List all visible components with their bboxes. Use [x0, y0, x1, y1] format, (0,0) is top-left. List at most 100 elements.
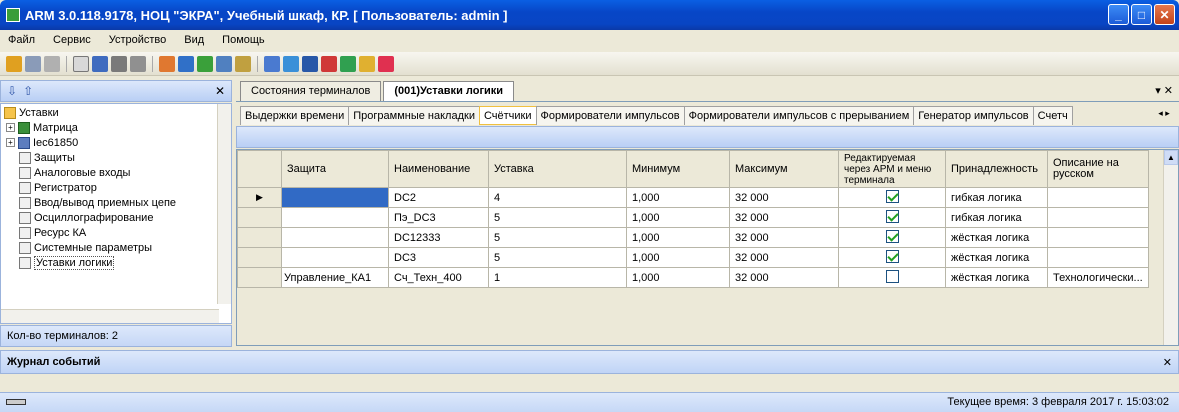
- tree-item-protections[interactable]: Защиты: [19, 150, 75, 165]
- cell-belonging[interactable]: жёсткая логика: [945, 247, 1048, 268]
- column-header[interactable]: Максимум: [729, 150, 839, 188]
- cell-description[interactable]: [1047, 207, 1149, 228]
- column-header[interactable]: Редактируемая через АРМ и меню терминала: [838, 150, 946, 188]
- tree-item-analog-inputs[interactable]: Аналоговые входы: [19, 165, 130, 180]
- filter-icon[interactable]: [216, 55, 232, 72]
- tabs-menu-icon[interactable]: ▾ ✕: [1155, 84, 1173, 97]
- cell-editable[interactable]: [838, 187, 946, 208]
- menu-device[interactable]: Устройство: [109, 34, 167, 46]
- event-log-header[interactable]: Журнал событий ✕: [0, 350, 1179, 374]
- cell-editable[interactable]: [838, 227, 946, 248]
- cell-protection[interactable]: [281, 207, 389, 228]
- cell-belonging[interactable]: гибкая логика: [945, 207, 1048, 228]
- tree-item-settings[interactable]: Уставки: [4, 105, 59, 120]
- cell-max[interactable]: 32 000: [729, 227, 839, 248]
- cell-setting[interactable]: 5: [488, 227, 627, 248]
- cell-editable[interactable]: [838, 247, 946, 268]
- cell-min[interactable]: 1,000: [626, 267, 730, 288]
- menu-view[interactable]: Вид: [184, 34, 204, 46]
- connect-icon[interactable]: [6, 55, 22, 72]
- cell-name[interactable]: DC3: [388, 247, 489, 268]
- menu-help[interactable]: Помощь: [222, 34, 265, 46]
- stop-icon[interactable]: [321, 55, 337, 72]
- cell-max[interactable]: 32 000: [729, 207, 839, 228]
- cell-belonging[interactable]: гибкая логика: [945, 187, 1048, 208]
- editable-checkbox[interactable]: [885, 229, 899, 243]
- cell-max[interactable]: 32 000: [729, 247, 839, 268]
- chip-icon[interactable]: [111, 55, 127, 72]
- cell-description[interactable]: [1047, 247, 1149, 268]
- column-header[interactable]: Принадлежность: [945, 150, 1048, 188]
- editable-checkbox[interactable]: [885, 189, 899, 203]
- cell-protection[interactable]: [281, 247, 389, 268]
- minimize-button[interactable]: _: [1108, 4, 1129, 25]
- monitor-icon[interactable]: [92, 55, 108, 72]
- maximize-button[interactable]: □: [1131, 4, 1152, 25]
- column-header[interactable]: Наименование: [388, 150, 489, 188]
- cell-min[interactable]: 1,000: [626, 207, 730, 228]
- tree-item-logic-settings[interactable]: Уставки логики: [19, 255, 115, 270]
- close-button[interactable]: ✕: [1154, 4, 1175, 25]
- tree-item-resource-ka[interactable]: Ресурс КА: [19, 225, 86, 240]
- close-icon[interactable]: ✕: [215, 84, 225, 98]
- scroll-up-icon[interactable]: ▲: [1164, 150, 1178, 165]
- tree-item-recorder[interactable]: Регистратор: [19, 180, 97, 195]
- cell-min[interactable]: 1,000: [626, 227, 730, 248]
- cell-name[interactable]: Пэ_DC3: [388, 207, 489, 228]
- cell-protection[interactable]: Управление_КА1: [281, 267, 389, 288]
- tree-item-matrix[interactable]: + Матрица: [6, 120, 78, 135]
- pin-icon[interactable]: ⇩: [7, 84, 17, 98]
- cell-description[interactable]: [1047, 227, 1149, 248]
- subtab-scroll-arrows[interactable]: ◂ ▸: [1149, 105, 1179, 121]
- editable-checkbox[interactable]: [885, 249, 899, 263]
- document-icon[interactable]: [178, 55, 194, 72]
- cell-belonging[interactable]: жёсткая логика: [945, 227, 1048, 248]
- close-icon[interactable]: ✕: [1163, 356, 1172, 369]
- network-icon[interactable]: [130, 55, 146, 72]
- cell-description[interactable]: [1047, 187, 1149, 208]
- cell-min[interactable]: 1,000: [626, 247, 730, 268]
- pin-icon[interactable]: [235, 55, 251, 72]
- chart-icon[interactable]: [283, 55, 299, 72]
- cell-setting[interactable]: 1: [488, 267, 627, 288]
- subtab-pulse-generator[interactable]: Генератор импульсов: [913, 106, 1034, 125]
- cell-belonging[interactable]: жёсткая логика: [945, 267, 1048, 288]
- subtab-time-delays[interactable]: Выдержки времени: [240, 106, 350, 125]
- home-icon[interactable]: [264, 55, 280, 72]
- flag-icon[interactable]: [378, 55, 394, 72]
- expand-icon[interactable]: +: [6, 138, 15, 147]
- subtab-software-overlays[interactable]: Программные накладки: [348, 106, 480, 125]
- subtab-counters-2[interactable]: Счетч: [1032, 106, 1073, 125]
- cell-name[interactable]: DC2: [388, 187, 489, 208]
- terminals-icon[interactable]: [25, 55, 41, 72]
- column-header[interactable]: Защита: [281, 150, 389, 188]
- cell-setting[interactable]: 4: [488, 187, 627, 208]
- cell-setting[interactable]: 5: [488, 207, 627, 228]
- editable-checkbox[interactable]: [885, 269, 899, 283]
- tab-terminal-states[interactable]: Состояния терминалов: [240, 81, 382, 101]
- panel-icon[interactable]: [73, 55, 89, 72]
- table-row[interactable]: DC3 5 1,000 32 000 жёсткая логика: [237, 247, 1149, 268]
- tree-item-iec61850[interactable]: + Iec61850: [6, 135, 78, 150]
- cell-min[interactable]: 1,000: [626, 187, 730, 208]
- arrow-up-icon[interactable]: ⇧: [23, 84, 33, 98]
- tools-icon[interactable]: [159, 55, 175, 72]
- cell-name[interactable]: DC12333: [388, 227, 489, 248]
- cell-max[interactable]: 32 000: [729, 187, 839, 208]
- tree-item-oscillography[interactable]: Осциллографирование: [19, 210, 153, 225]
- menu-file[interactable]: Файл: [8, 34, 35, 46]
- table-row[interactable]: ▶ DC2 4 1,000 32 000 гибкая логика: [237, 187, 1149, 208]
- settings-icon[interactable]: [359, 55, 375, 72]
- subtab-counters[interactable]: Счётчики: [478, 106, 537, 125]
- menu-service[interactable]: Сервис: [53, 34, 91, 46]
- tree-item-io-circuits[interactable]: Ввод/вывод приемных цепе: [19, 195, 176, 210]
- subtab-pulse-formers[interactable]: Формирователи импульсов: [535, 106, 685, 125]
- tree-vertical-scrollbar[interactable]: [217, 104, 231, 304]
- save-icon[interactable]: [302, 55, 318, 72]
- cell-editable[interactable]: [838, 267, 946, 288]
- refresh-icon[interactable]: [340, 55, 356, 72]
- cell-max[interactable]: 32 000: [729, 267, 839, 288]
- tree-icon[interactable]: [197, 55, 213, 72]
- column-header[interactable]: Описание на русском: [1047, 150, 1149, 188]
- table-row[interactable]: DC12333 5 1,000 32 000 жёсткая логика: [237, 227, 1149, 248]
